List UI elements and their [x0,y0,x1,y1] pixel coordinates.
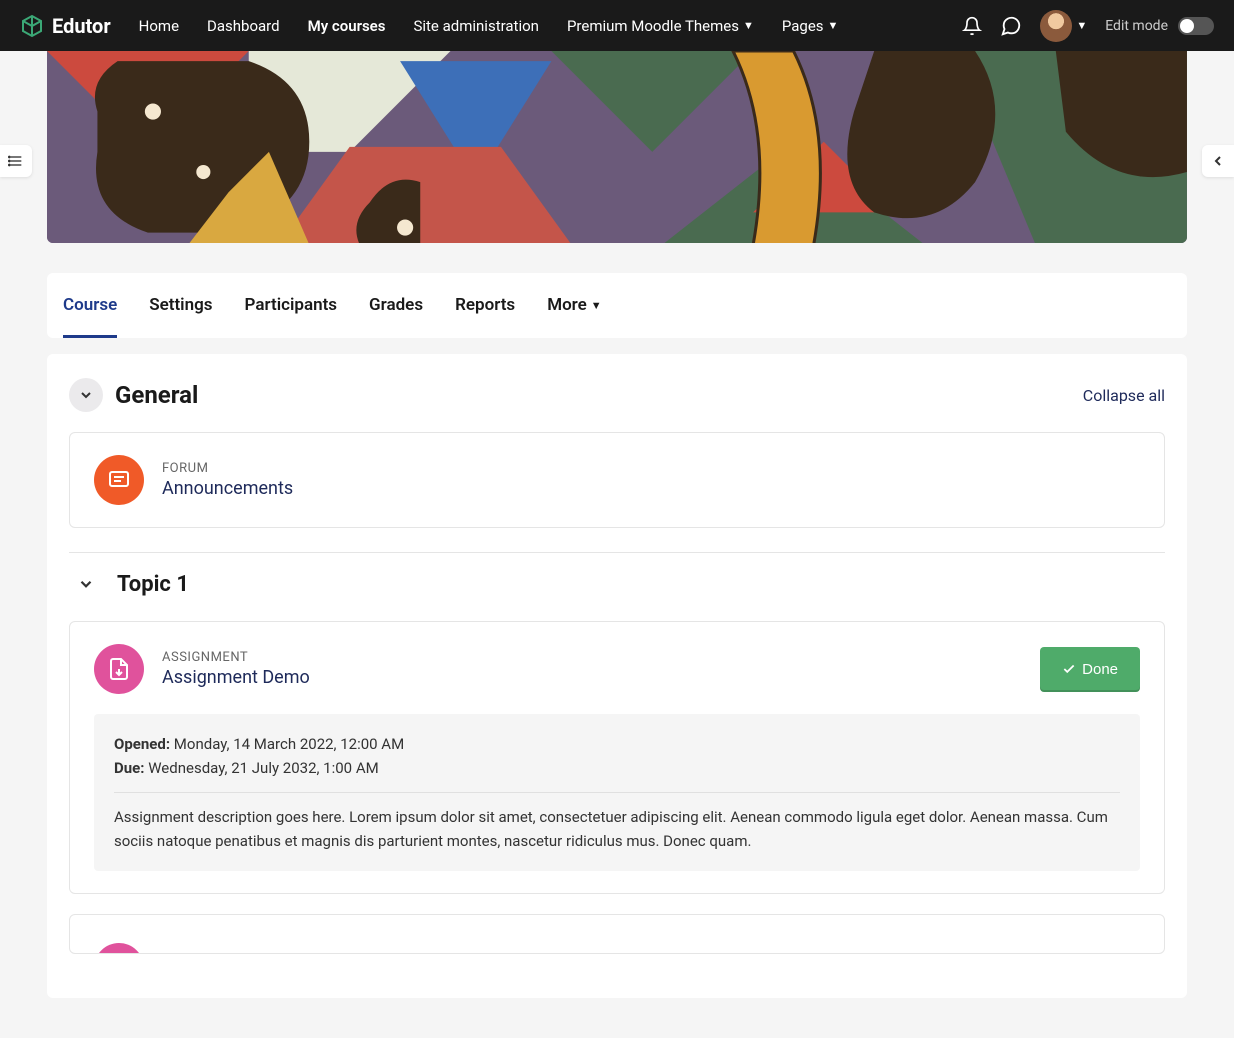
top-navbar: Edutor Home Dashboard My courses Site ad… [0,0,1234,51]
collapse-all-link[interactable]: Collapse all [1083,386,1165,405]
activity-head: QUIZ [94,937,1140,954]
activity-head: ASSIGNMENT Assignment Demo Done [94,644,1140,694]
brand-name: Edutor [52,14,111,38]
opened-value: Monday, 14 March 2022, 12:00 AM [174,735,404,753]
section-general-title: General [115,381,198,409]
drawer-open-right[interactable] [1202,145,1234,177]
activity-details: Opened: Monday, 14 March 2022, 12:00 AM … [94,714,1140,871]
activity-name-link[interactable]: Announcements [162,478,1140,499]
notifications-button[interactable] [962,16,982,36]
main-content: Course Settings Participants Grades Repo… [27,51,1207,1038]
messages-button[interactable] [1000,15,1022,37]
activity-forum-announcements: FORUM Announcements [69,432,1165,528]
activity-meta: FORUM Announcements [162,461,1140,499]
activity-assignment-demo: ASSIGNMENT Assignment Demo Done Opened: … [69,621,1165,894]
activity-type-label: ASSIGNMENT [162,650,1022,665]
tab-participants[interactable]: Participants [245,273,338,338]
done-button[interactable]: Done [1040,647,1140,692]
bell-icon [962,16,982,36]
chevron-down-icon: ▼ [743,19,754,32]
detail-divider [114,792,1120,793]
tab-course[interactable]: Course [63,273,117,338]
chevron-down-icon: ▼ [591,299,602,312]
activity-description: Assignment description goes here. Lorem … [114,805,1120,853]
edit-mode-label: Edit mode [1105,18,1168,34]
course-tabs-container: Course Settings Participants Grades Repo… [47,273,1187,338]
assignment-icon [94,644,144,694]
due-value: Wednesday, 21 July 2032, 1:00 AM [148,759,378,777]
chevron-left-icon [1210,153,1226,169]
tab-settings[interactable]: Settings [149,273,212,338]
edit-mode-toggle[interactable] [1178,17,1214,35]
nav-premium-themes[interactable]: Premium Moodle Themes▼ [567,17,754,35]
logo-icon [20,14,44,38]
course-content: General Collapse all FORUM Announcements… [47,354,1187,998]
quiz-icon [94,943,144,954]
collapse-toggle-general[interactable] [69,378,103,412]
chevron-down-icon [77,575,95,593]
section-title-wrap: General [69,378,198,412]
brand-logo[interactable]: Edutor [20,14,111,38]
nav-right: ▼ Edit mode [962,10,1214,42]
activity-meta: ASSIGNMENT Assignment Demo [162,650,1022,688]
course-tabs: Course Settings Participants Grades Repo… [63,273,1171,338]
section-topic1-title: Topic 1 [117,572,189,597]
detail-opened: Opened: Monday, 14 March 2022, 12:00 AM [114,732,1120,756]
forum-icon [94,455,144,505]
nav-pages[interactable]: Pages▼ [782,17,839,35]
tab-grades[interactable]: Grades [369,273,423,338]
tab-reports[interactable]: Reports [455,273,515,338]
opened-label: Opened: [114,735,170,753]
activity-type-label: FORUM [162,461,1140,476]
due-label: Due: [114,759,144,777]
section-topic1-header: Topic 1 [69,552,1165,601]
user-menu[interactable]: ▼ [1040,10,1087,42]
section-general-header: General Collapse all [69,378,1165,412]
check-icon [1062,662,1076,676]
list-icon [8,153,24,169]
drawer-open-left[interactable] [0,145,32,177]
edit-mode-control: Edit mode [1105,17,1214,35]
nav-home[interactable]: Home [139,17,179,35]
chevron-down-icon [78,387,94,403]
mark-done-button[interactable] [1092,953,1140,954]
banner-artwork [47,51,1187,243]
nav-site-admin[interactable]: Site administration [413,17,538,35]
chevron-down-icon: ▼ [828,19,839,32]
course-banner [47,51,1187,243]
detail-due: Due: Wednesday, 21 July 2032, 1:00 AM [114,756,1120,780]
avatar [1040,10,1072,42]
chat-icon [1000,15,1022,37]
chevron-down-icon: ▼ [1076,19,1087,32]
nav-my-courses[interactable]: My courses [308,17,386,35]
activity-quiz: QUIZ [69,914,1165,954]
nav-items: Home Dashboard My courses Site administr… [139,17,963,35]
collapse-toggle-topic1[interactable] [69,567,103,601]
tab-more[interactable]: More▼ [547,273,602,338]
nav-dashboard[interactable]: Dashboard [207,17,280,35]
activity-head: FORUM Announcements [94,455,1140,505]
activity-name-link[interactable]: Assignment Demo [162,667,1022,688]
